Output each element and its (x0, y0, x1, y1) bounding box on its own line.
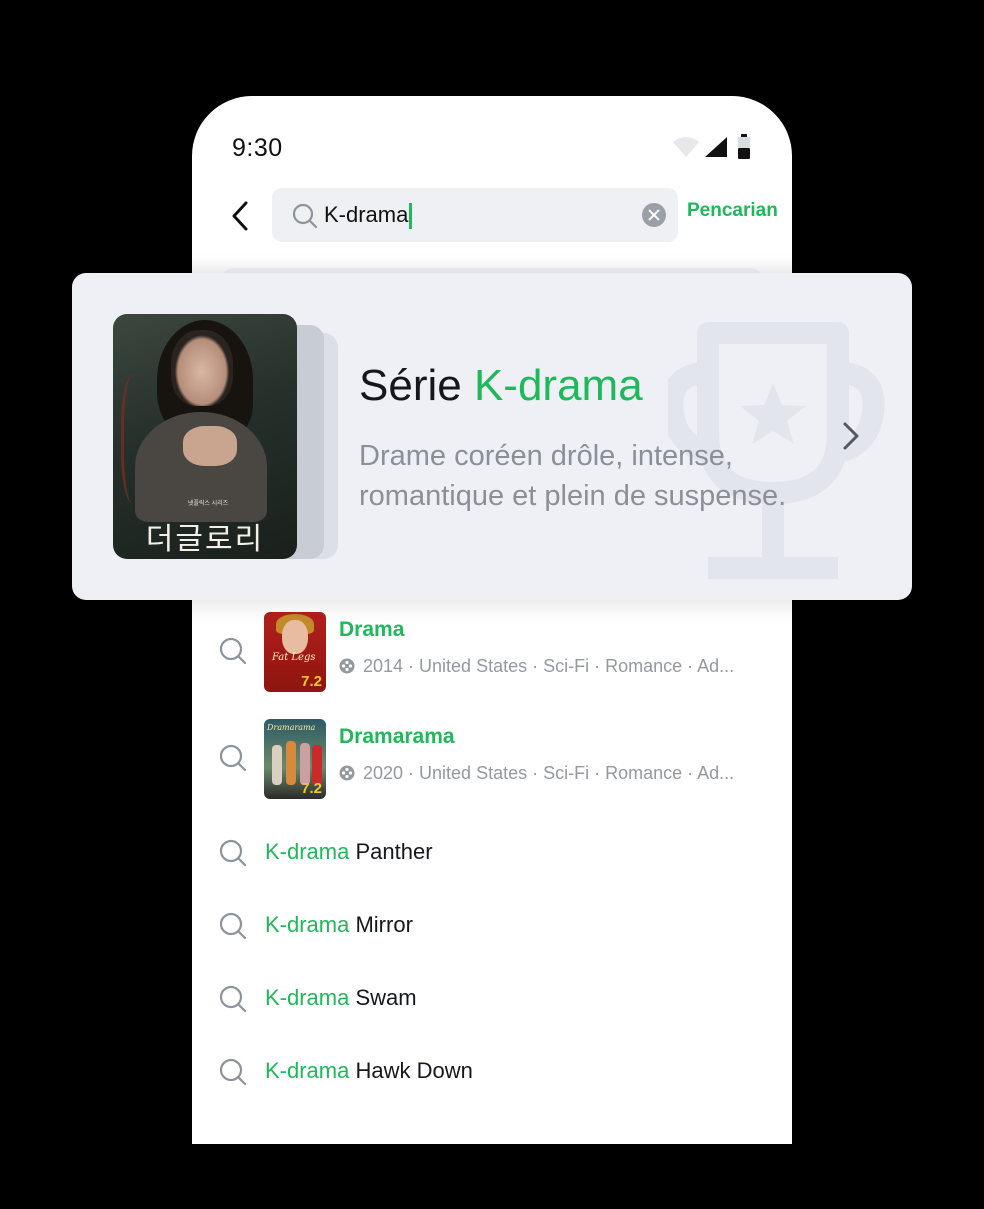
suggestion-row[interactable]: K-drama Mirror (192, 898, 792, 954)
suggestion-text: K-drama Mirror (265, 912, 413, 938)
result-meta: 2014 · United States · Sci-Fi · Romance … (339, 656, 759, 677)
poster-subtitle: 넷플릭스 시리즈 (187, 501, 229, 507)
suggestion-match: K-drama (265, 1058, 350, 1083)
search-icon (219, 1058, 247, 1086)
suggestion-match: K-drama (265, 912, 350, 937)
back-button[interactable] (220, 196, 260, 236)
thumbnail-caption: Dramarama (267, 723, 316, 732)
poster-title: 더글로리 (145, 522, 265, 557)
poster-face (282, 620, 308, 654)
result-meta-text: 2014 · United States · Sci-Fi · Romance … (363, 656, 735, 676)
back-arrow-icon (232, 201, 248, 231)
suggestion-text: K-drama Panther (265, 839, 433, 865)
battery-icon (738, 134, 750, 159)
rating-score: 7.2 (301, 780, 322, 797)
suggestion-rest: Panther (349, 839, 433, 864)
poster-figure (300, 743, 310, 785)
search-query-text: K-drama (324, 202, 409, 227)
search-icon (219, 744, 247, 772)
poster-face (171, 330, 233, 406)
clear-icon[interactable] (642, 203, 666, 227)
result-row[interactable]: Fat Legs 7.2 Drama 2014 · United States … (192, 606, 792, 698)
suggestion-row[interactable]: K-drama Hawk Down (192, 1044, 792, 1100)
search-icon (219, 839, 247, 867)
poster-hand (183, 426, 237, 466)
status-icons (672, 134, 752, 160)
suggestion-row[interactable]: K-drama Swam (192, 971, 792, 1027)
status-bar: 9:30 (192, 96, 792, 186)
wifi-icon (673, 137, 699, 157)
poster-figure (272, 745, 282, 785)
poster-figure (312, 745, 322, 785)
text-caret (409, 203, 413, 230)
search-input[interactable]: K-drama (324, 198, 413, 232)
signal-icon (705, 137, 727, 157)
result-title: Dramarama (339, 725, 455, 748)
chevron-right-icon (843, 422, 859, 450)
poster-branch (121, 374, 151, 504)
suggestion-row[interactable]: K-drama Panther (192, 825, 792, 881)
screen-bottom-edge (192, 1136, 792, 1144)
status-time: 9:30 (232, 134, 283, 162)
featured-title: Série K-drama (359, 361, 643, 411)
suggestion-rest: Swam (349, 985, 417, 1010)
search-icon (219, 985, 247, 1013)
result-poster-thumbnail: Dramarama 7.2 (264, 719, 326, 799)
result-title: Drama (339, 618, 405, 641)
film-reel-icon (339, 765, 355, 781)
search-submit-button[interactable]: Pencarian (687, 200, 778, 222)
film-reel-icon (339, 658, 355, 674)
search-icon (219, 912, 247, 940)
thumbnail-caption: Fat Legs (272, 652, 316, 663)
featured-collection-card[interactable]: 넷플릭스 시리즈 더글로리 Série K-drama Drame coréen… (72, 273, 912, 600)
suggestion-rest: Hawk Down (349, 1058, 473, 1083)
search-icon (219, 637, 247, 665)
search-icon (292, 203, 318, 229)
phone-screen: 9:30 K-drama Pencarian Fat Legs 7.2 Dram… (192, 96, 792, 1144)
result-meta: 2020 · United States · Sci-Fi · Romance … (339, 763, 759, 784)
result-row[interactable]: Dramarama 7.2 Dramarama 2020 · United St… (192, 713, 792, 805)
search-field[interactable]: K-drama (272, 188, 678, 242)
featured-title-prefix: Série (359, 361, 474, 410)
suggestion-text: K-drama Hawk Down (265, 1058, 473, 1084)
result-poster-thumbnail: Fat Legs 7.2 (264, 612, 326, 692)
featured-title-accent: K-drama (473, 361, 643, 410)
rating-score: 7.2 (301, 673, 322, 690)
result-meta-text: 2020 · United States · Sci-Fi · Romance … (363, 763, 735, 783)
poster-figure (286, 741, 296, 785)
suggestion-match: K-drama (265, 839, 350, 864)
search-bar-row: K-drama Pencarian (192, 188, 792, 244)
suggestion-text: K-drama Swam (265, 985, 417, 1011)
suggestion-rest: Mirror (349, 912, 413, 937)
suggestion-match: K-drama (265, 985, 350, 1010)
featured-poster: 넷플릭스 시리즈 더글로리 (113, 314, 297, 559)
featured-description: Drame coréen drôle, intense, romantique … (359, 440, 787, 512)
